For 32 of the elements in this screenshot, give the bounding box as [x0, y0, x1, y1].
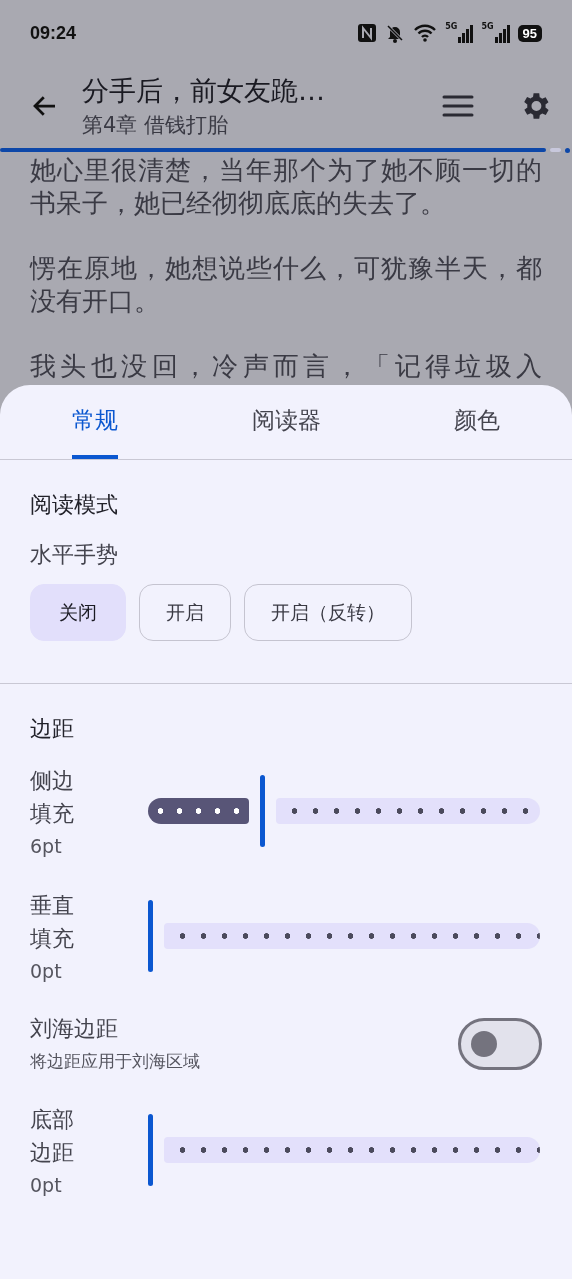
toggle-switch[interactable]	[458, 1017, 542, 1070]
wifi-icon	[413, 23, 438, 43]
slider-thumb[interactable]	[148, 1113, 153, 1186]
menu-icon[interactable]	[442, 94, 474, 118]
story-paragraph: 她心里很清楚，当年那个为了她不顾一切的书呆子，她已经彻彻底底的失去了。	[30, 154, 542, 220]
battery-level: 95	[517, 24, 542, 42]
option-chip[interactable]: 关闭	[30, 584, 126, 641]
slider-thumb[interactable]	[260, 774, 266, 847]
book-title: 分手后，前女友跪…	[82, 74, 326, 108]
nfc-icon	[357, 23, 378, 43]
slider-label: 底部边距	[30, 1106, 74, 1167]
slider-value: 6pt	[30, 835, 63, 857]
settings-tab[interactable]: 常规	[0, 385, 191, 459]
settings-tab[interactable]: 阅读器	[190, 385, 382, 459]
story-paragraph: 我头也没回，冷声而言，「记得垃圾入	[30, 350, 542, 383]
option-chip[interactable]: 开启（反转）	[244, 584, 412, 641]
section-title: 阅读模式	[30, 491, 119, 519]
setting-label: 刘海边距	[30, 1015, 119, 1043]
clock-time: 09:24	[30, 22, 78, 44]
slider-label: 侧边填充	[30, 767, 74, 828]
setting-label: 水平手势	[30, 542, 118, 567]
story-paragraph: 愣在原地，她想说些什么，可犹豫半天，都没有开口。	[30, 252, 542, 318]
slider-label: 垂直填充	[30, 892, 74, 953]
slider-value: 0pt	[30, 960, 63, 982]
slider-value: 0pt	[30, 1174, 63, 1196]
slider-thumb[interactable]	[148, 899, 153, 972]
bell-off-icon	[385, 23, 406, 43]
settings-tab[interactable]: 颜色	[381, 385, 572, 459]
section-title: 边距	[30, 715, 75, 743]
chapter-title: 第4章 借钱打胎	[82, 112, 230, 139]
setting-description: 将边距应用于刘海区域	[30, 1050, 201, 1073]
option-chip[interactable]: 开启	[139, 584, 231, 641]
